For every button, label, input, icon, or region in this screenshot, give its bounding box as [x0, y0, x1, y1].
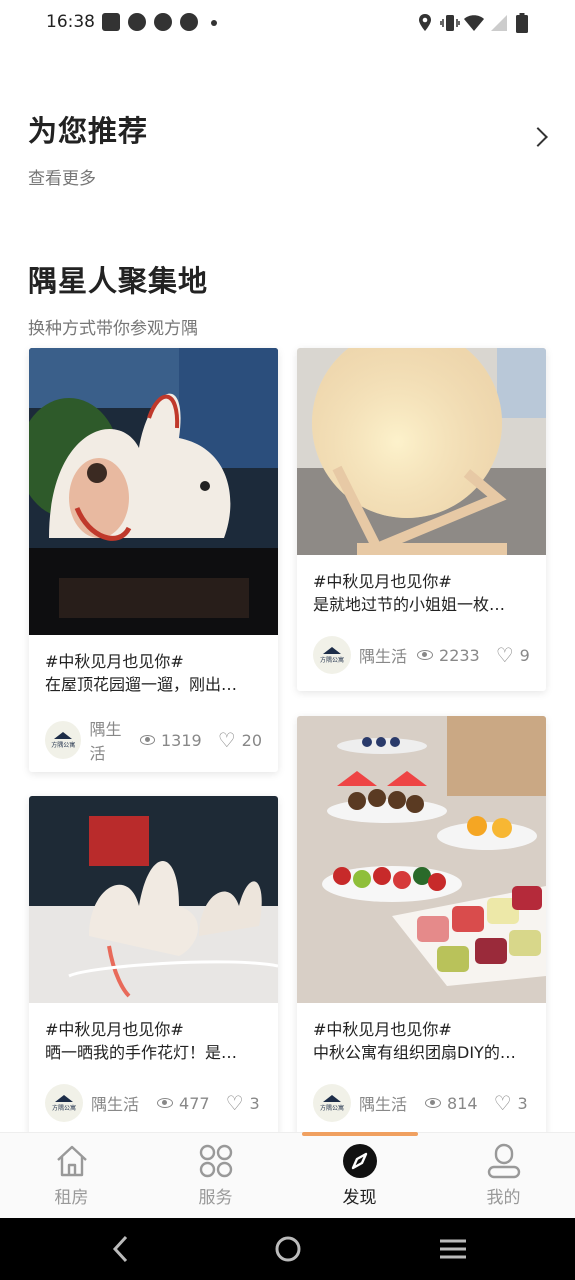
- like-count: 3: [517, 1093, 528, 1113]
- eye-icon: [425, 1098, 442, 1108]
- status-time: 16:38: [46, 12, 95, 32]
- section-title: 为您推荐: [28, 114, 149, 148]
- tab-rent[interactable]: 租房: [0, 1133, 143, 1219]
- app-notification-icon: [154, 13, 172, 31]
- avatar: 方隅公寓: [45, 1084, 83, 1122]
- post-tag: #中秋见月也见你#: [313, 1020, 452, 1039]
- post-image: [297, 348, 546, 555]
- status-bar: 16:38: [0, 0, 575, 48]
- post-text: 是就地过节的小姐姐一枚…: [313, 595, 506, 614]
- like-count: 9: [519, 645, 530, 665]
- recommend-header[interactable]: 为您推荐 查看更多: [28, 108, 148, 189]
- tab-mine[interactable]: 我的: [432, 1133, 575, 1219]
- eye-icon: [139, 735, 155, 745]
- tab-discover[interactable]: 发现: [288, 1133, 431, 1219]
- bottom-tab-bar: 租房 服务 发现 我的: [0, 1132, 575, 1218]
- avatar: 方隅公寓: [45, 721, 82, 759]
- author-name: 隅生活: [359, 1095, 408, 1114]
- author-name: 隅生活: [91, 1095, 140, 1114]
- post-card[interactable]: #中秋见月也见你# 在屋顶花园遛一遛，刚出… 方隅公寓 隅生活 1319 ♡ 2…: [29, 348, 278, 772]
- author-name: 隅生活: [89, 720, 122, 763]
- author-name: 隅生活: [359, 647, 408, 666]
- image-notification-icon: [102, 13, 120, 31]
- grid-icon: [199, 1144, 233, 1178]
- post-card[interactable]: #中秋见月也见你# 中秋公寓有组织团扇DIY的… 方隅公寓 隅生活 814 ♡ …: [297, 716, 546, 1136]
- post-tag: #中秋见月也见你#: [313, 572, 452, 591]
- post-image: [297, 716, 546, 1003]
- section-subtitle: 换种方式带你参观方隅: [28, 319, 198, 339]
- post-text: 中秋公寓有组织团扇DIY的…: [313, 1043, 516, 1062]
- view-more-link[interactable]: 查看更多: [28, 164, 148, 189]
- home-icon[interactable]: [274, 1235, 302, 1263]
- system-nav-bar: [0, 1218, 575, 1280]
- tab-label: 我的: [486, 1188, 521, 1208]
- view-count: 814: [447, 1093, 478, 1113]
- post-card[interactable]: #中秋见月也见你# 晒一晒我的手作花灯！是… 方隅公寓 隅生活 477 ♡ 3: [29, 796, 278, 1136]
- like-count: 3: [249, 1093, 260, 1113]
- heart-icon[interactable]: ♡: [496, 645, 514, 665]
- house-icon: [57, 1145, 87, 1177]
- more-notifications-icon: [211, 20, 217, 26]
- like-count: 20: [241, 730, 262, 750]
- user-icon: [487, 1143, 521, 1179]
- app-notification-icon: [180, 13, 198, 31]
- heart-icon[interactable]: ♡: [226, 1093, 244, 1113]
- post-tag: #中秋见月也见你#: [45, 652, 184, 671]
- vibrate-icon: [440, 15, 460, 31]
- post-image: [29, 796, 278, 1003]
- chevron-right-icon[interactable]: [528, 127, 548, 147]
- recents-icon[interactable]: [439, 1235, 467, 1263]
- view-count: 2233: [439, 645, 480, 665]
- app-notification-icon: [128, 13, 146, 31]
- location-icon: [419, 14, 431, 31]
- post-image: [29, 348, 278, 635]
- heart-icon[interactable]: ♡: [218, 730, 236, 750]
- post-tag: #中秋见月也见你#: [45, 1020, 184, 1039]
- section-title: 隅星人聚集地: [28, 264, 209, 298]
- post-text: 在屋顶花园遛一遛，刚出…: [45, 675, 238, 694]
- gathering-header: 隅星人聚集地 换种方式带你参观方隅: [28, 258, 208, 339]
- avatar: 方隅公寓: [313, 1084, 351, 1122]
- tab-label: 服务: [198, 1188, 233, 1208]
- compass-icon: [343, 1144, 377, 1178]
- tab-services[interactable]: 服务: [144, 1133, 287, 1219]
- post-card[interactable]: #中秋见月也见你# 是就地过节的小姐姐一枚… 方隅公寓 隅生活 2233 ♡ 9: [297, 348, 546, 691]
- post-text: 晒一晒我的手作花灯！是…: [45, 1043, 238, 1062]
- view-count: 477: [179, 1093, 210, 1113]
- tab-label: 租房: [54, 1188, 89, 1208]
- signal-icon: [491, 15, 507, 31]
- back-icon[interactable]: [111, 1235, 131, 1263]
- eye-icon: [417, 650, 434, 660]
- tab-label: 发现: [342, 1188, 377, 1208]
- avatar: 方隅公寓: [313, 636, 351, 674]
- wifi-icon: [464, 15, 484, 31]
- battery-icon: [516, 13, 528, 33]
- view-count: 1319: [160, 730, 202, 750]
- eye-icon: [157, 1098, 174, 1108]
- heart-icon[interactable]: ♡: [494, 1093, 512, 1113]
